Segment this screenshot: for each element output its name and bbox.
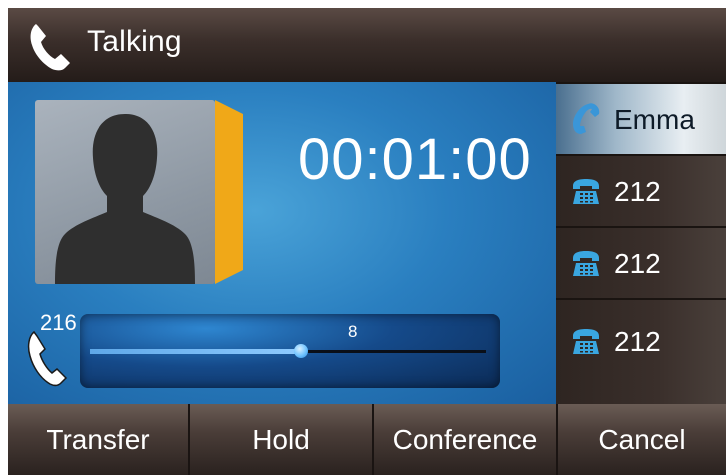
desk-phone-icon (573, 251, 599, 276)
volume-fill (90, 349, 301, 354)
status-bar: Talking (8, 8, 726, 82)
line-key-4[interactable]: 212 (556, 298, 726, 406)
call-status-title: Talking (87, 25, 182, 58)
desk-phone-icon (573, 179, 599, 204)
softkey-bar: Transfer Hold Conference Cancel (8, 404, 726, 475)
volume-level-label: 8 (348, 322, 358, 341)
call-timer: 00:01:00 (298, 127, 532, 192)
line-key-3[interactable]: 212 (556, 226, 726, 300)
desk-phone-icon (573, 329, 599, 354)
conference-button[interactable]: Conference (374, 404, 556, 475)
person-silhouette-icon (55, 114, 195, 284)
handset-icon (30, 24, 70, 71)
line-key-label: 212 (614, 326, 661, 357)
line-key-label: Emma (614, 104, 695, 135)
volume-panel[interactable]: 8 (80, 314, 500, 388)
line-key-label: 212 (614, 176, 661, 207)
handset-icon (573, 103, 600, 134)
avatar-accent-tab (215, 100, 243, 284)
hold-button[interactable]: Hold (190, 404, 372, 475)
volume-knob[interactable] (294, 344, 308, 358)
phone-screen: Talking 00:01:00 216 8 Emma 212 212 212 … (8, 8, 726, 475)
line-keys: Emma 212 212 212 (556, 82, 726, 406)
transfer-button[interactable]: Transfer (8, 404, 188, 475)
line-key-label: 212 (614, 248, 661, 279)
volume-slider[interactable] (90, 344, 486, 358)
call-panel: 00:01:00 216 8 (8, 82, 556, 404)
line-key-1[interactable]: Emma (556, 82, 726, 156)
contact-avatar (35, 100, 215, 284)
line-key-2[interactable]: 212 (556, 154, 726, 228)
cancel-button[interactable]: Cancel (558, 404, 726, 475)
handset-icon (27, 330, 68, 387)
